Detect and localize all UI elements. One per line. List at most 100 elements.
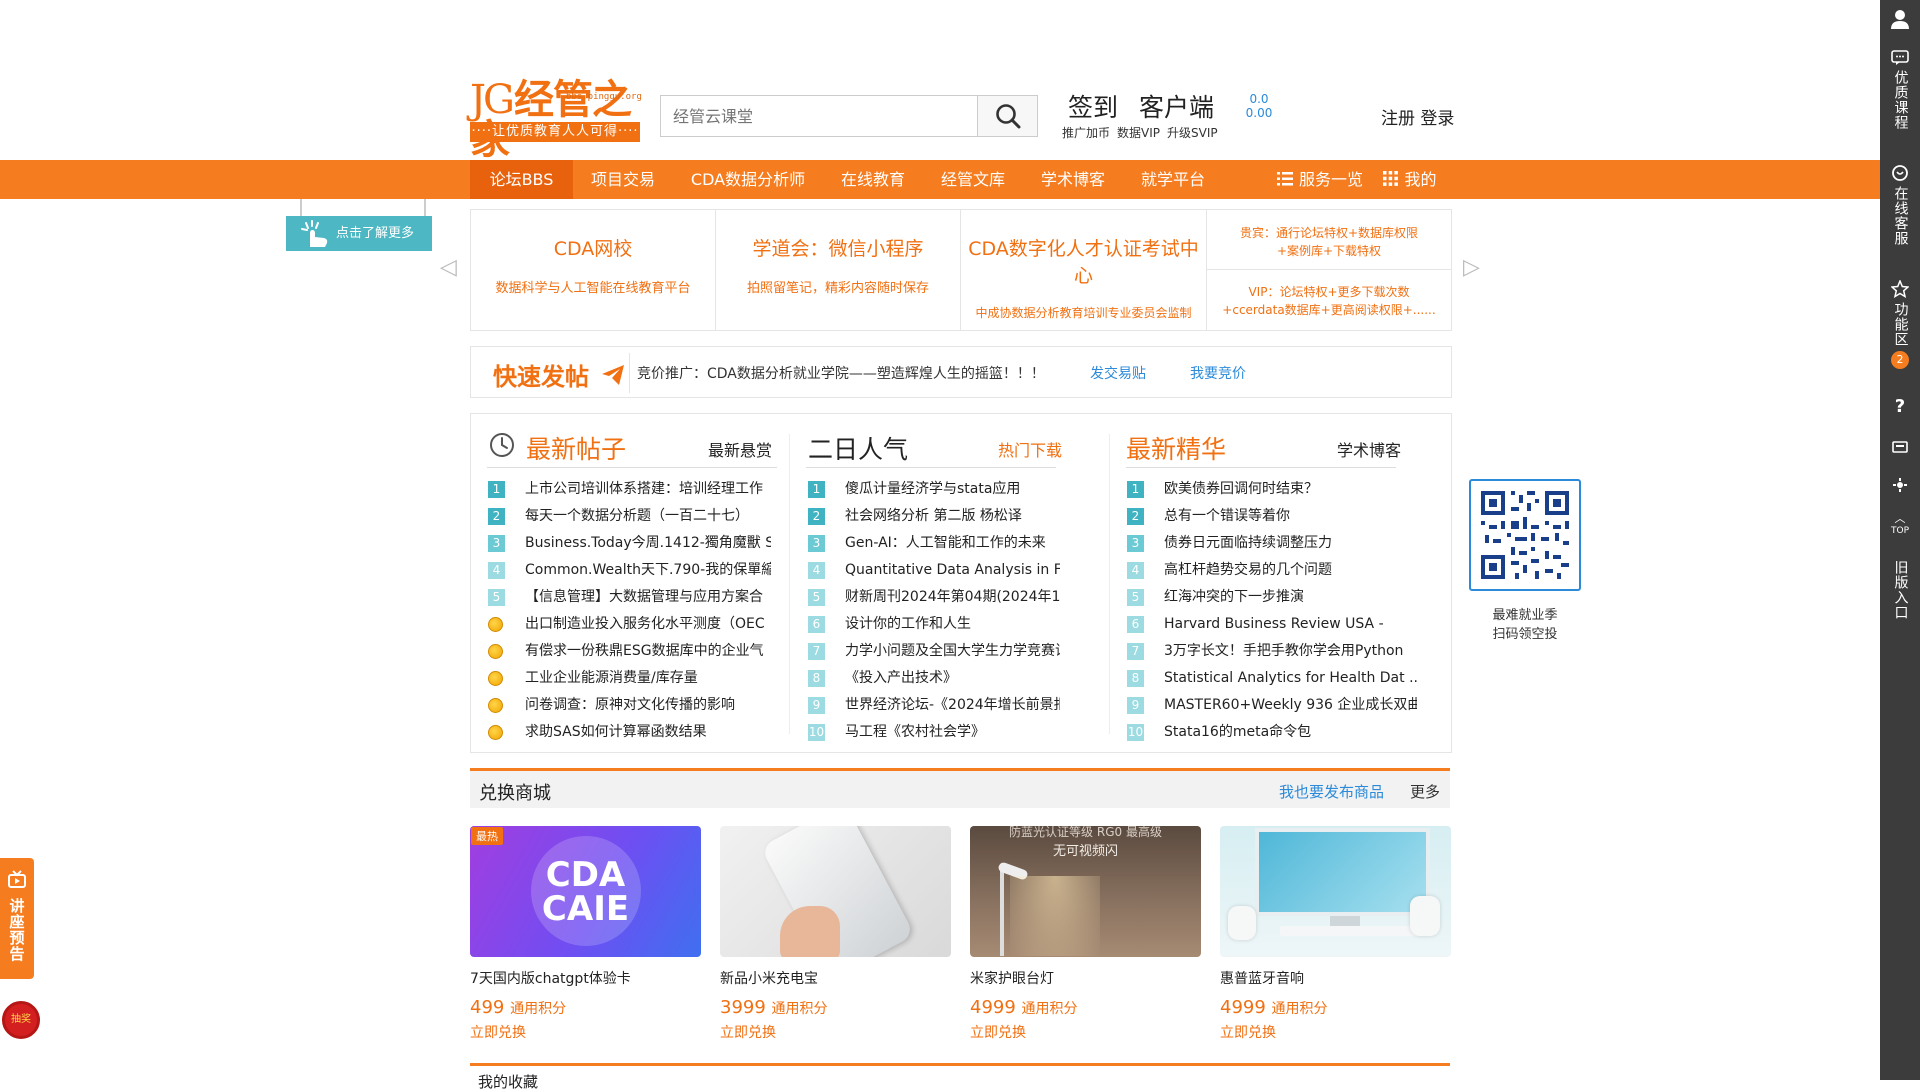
- rank-badge: 10: [808, 724, 825, 741]
- list-item[interactable]: 3 债券日元面临持续调整压力: [1127, 530, 1417, 557]
- courses-button[interactable]: 优质课程: [1880, 50, 1920, 130]
- rank-badge: 8: [808, 670, 825, 687]
- product-name[interactable]: 7天国内版chatgpt体验卡: [470, 968, 701, 988]
- upgrade-svip-link[interactable]: 升级SVIP: [1167, 124, 1218, 141]
- list-item[interactable]: 7 力学小问题及全国大学生力学竞赛试题: [808, 638, 1060, 665]
- client-link[interactable]: 客户端: [1139, 88, 1214, 124]
- qr-code[interactable]: [1469, 479, 1581, 591]
- back-to-top-button[interactable]: ︿ TOP: [1880, 513, 1920, 539]
- online-service-button[interactable]: 在线客服: [1880, 164, 1920, 246]
- list-item[interactable]: 1 傻瓜计量经济学与stata应用: [808, 476, 1060, 503]
- product-price: 3999 通用积分: [720, 997, 828, 1018]
- list-item[interactable]: 3 Gen-AI：人工智能和工作的未来: [808, 530, 1060, 557]
- redeem-button[interactable]: 立即兑换: [1220, 1022, 1451, 1042]
- vip-benefits[interactable]: 贵宾：通行论坛特权+数据库权限 +案例库+下载特权 VIP：论坛特权+更多下载次…: [1207, 210, 1451, 330]
- list-item[interactable]: 问卷调查：原神对文化传播的影响: [488, 692, 771, 719]
- product-image[interactable]: 最热 CDA CAIE: [470, 826, 701, 957]
- bid-link[interactable]: 我要竞价: [1190, 363, 1246, 383]
- list-item[interactable]: 2 社会网络分析 第二版 杨松译: [808, 503, 1060, 530]
- site-logo[interactable]: JG经管之家 bbs.pinggu.org ····让优质教育人人可得····: [470, 80, 642, 160]
- lottery-button[interactable]: 抽奖: [2, 1001, 40, 1039]
- redeem-button[interactable]: 立即兑换: [970, 1022, 1201, 1042]
- nav-mine[interactable]: 我的: [1375, 160, 1445, 199]
- register-login-link[interactable]: 注册 登录: [1381, 104, 1454, 129]
- nav-item-trade[interactable]: 项目交易: [573, 160, 673, 199]
- product-image[interactable]: [1220, 826, 1451, 957]
- list-item[interactable]: 5 【信息管理】大数据管理与应用方案合: [488, 584, 771, 611]
- list-item[interactable]: 有偿求一份秩鼎ESG数据库中的企业气: [488, 638, 771, 665]
- list-item[interactable]: 7 3万字长文！手把手教你学会用Python: [1127, 638, 1417, 665]
- user-icon[interactable]: [1880, 8, 1920, 34]
- old-version-button[interactable]: 旧版入口: [1880, 560, 1920, 620]
- list-item[interactable]: 出口制造业投入服务化水平测度（OEC: [488, 611, 771, 638]
- nav-services[interactable]: 服务一览: [1265, 160, 1375, 199]
- list-item[interactable]: 求助SAS如何计算幂函数结果: [488, 719, 771, 746]
- sponsored-link[interactable]: 竞价推广：CDA数据分析就业学院——塑造辉煌人生的摇篮！！！: [637, 363, 1045, 383]
- list-item[interactable]: 工业企业能源消费量/库存量: [488, 665, 771, 692]
- more-link[interactable]: 更多: [1410, 781, 1440, 802]
- promote-link[interactable]: 推广加币: [1062, 124, 1110, 141]
- redeem-button[interactable]: 立即兑换: [470, 1022, 701, 1042]
- nav-item-study[interactable]: 就学平台: [1123, 160, 1223, 199]
- quick-post-button[interactable]: 快速发帖: [493, 357, 625, 392]
- search-input[interactable]: [661, 96, 977, 136]
- nav-item-blog[interactable]: 学术博客: [1023, 160, 1123, 199]
- list-item[interactable]: 8 《投入产出技术》: [808, 665, 1060, 692]
- product-image[interactable]: 防蓝光认证等级 RG0 最高级 无可视频闪: [970, 826, 1201, 957]
- list-item[interactable]: 3 Business.Today今周.1412-獨角魔獸 S: [488, 530, 771, 557]
- list-item[interactable]: 1 欧美债券回调何时结束？: [1127, 476, 1417, 503]
- list-item[interactable]: 10 Stata16的meta命令包: [1127, 719, 1417, 746]
- settings-icon[interactable]: [1880, 477, 1920, 497]
- product-price: 499 通用积分: [470, 997, 567, 1018]
- help-icon[interactable]: ?: [1880, 398, 1920, 416]
- post-trade-link[interactable]: 发交易贴: [1090, 363, 1146, 383]
- product-name[interactable]: 新品小米充电宝: [720, 968, 951, 988]
- list-item[interactable]: 8 Statistical Analytics for Health Dat ..…: [1127, 665, 1417, 692]
- product-name[interactable]: 米家护眼台灯: [970, 968, 1201, 988]
- product-card[interactable]: 最热 CDA CAIE 7天国内版chatgpt体验卡 499 通用积分 立即兑…: [470, 826, 701, 1042]
- notification-badge: 2: [1891, 351, 1909, 369]
- promo-card[interactable]: CDA数字化人才认证考试中心 中成协数据分析教育培训专业委员会监制: [961, 210, 1207, 330]
- list-item[interactable]: 1 上市公司培训体系搭建：培训经理工作: [488, 476, 771, 503]
- product-name[interactable]: 惠普蓝牙音响: [1220, 968, 1451, 988]
- carousel-prev-icon[interactable]: ◁: [440, 255, 457, 280]
- list-item[interactable]: 9 世界经济论坛-《2024年增长前景报: [808, 692, 1060, 719]
- promo-card[interactable]: 学道会：微信小程序 拍照留笔记，精彩内容随时保存: [716, 210, 961, 330]
- latest-bounty-link[interactable]: 最新悬赏: [708, 437, 772, 461]
- list-item[interactable]: 5 红海冲突的下一步推演: [1127, 584, 1417, 611]
- search-button[interactable]: [977, 96, 1037, 136]
- product-card[interactable]: 新品小米充电宝 3999 通用积分 立即兑换: [720, 826, 951, 1042]
- learn-more-button[interactable]: 点击了解更多: [286, 216, 432, 251]
- list-item[interactable]: 6 设计你的工作和人生: [808, 611, 1060, 638]
- functions-button[interactable]: 功能区 2: [1880, 279, 1920, 369]
- list-item[interactable]: 2 每天一个数据分析题（一百二十七）: [488, 503, 771, 530]
- promo-title: 学道会：微信小程序: [752, 238, 924, 260]
- lecture-preview-button[interactable]: 讲座预告: [0, 858, 34, 979]
- nav-item-education[interactable]: 在线教育: [823, 160, 923, 199]
- product-card[interactable]: 惠普蓝牙音响 4999 通用积分 立即兑换: [1220, 826, 1451, 1042]
- list-item[interactable]: 5 财新周刊2024年第04期(2024年1月22: [808, 584, 1060, 611]
- popular-column: 二日人气 热门下载 1 傻瓜计量经济学与stata应用 2 社会网络分析 第二版 杨…: [790, 414, 1108, 752]
- nav-item-library[interactable]: 经管文库: [923, 160, 1023, 199]
- carousel-next-icon[interactable]: ▷: [1463, 255, 1480, 280]
- nav-item-bbs[interactable]: 论坛BBS: [470, 160, 573, 199]
- list-item[interactable]: 6 Harvard Business Review USA -: [1127, 611, 1417, 638]
- hot-downloads-link[interactable]: 热门下载: [998, 437, 1062, 461]
- product-card[interactable]: 防蓝光认证等级 RG0 最高级 无可视频闪 米家护眼台灯 4999 通用积分 立…: [970, 826, 1201, 1042]
- card-icon[interactable]: [1880, 440, 1920, 458]
- list-item[interactable]: 4 Common.Wealth天下.790-我的保單縮: [488, 557, 771, 584]
- data-vip-link[interactable]: 数据VIP: [1117, 124, 1160, 141]
- list-item[interactable]: 4 Quantitative Data Analysis in Financ: [808, 557, 1060, 584]
- signin-link[interactable]: 签到: [1068, 88, 1118, 124]
- list-item[interactable]: 10 马工程《农村社会学》: [808, 719, 1060, 746]
- nav-item-cda[interactable]: CDA数据分析师: [683, 160, 813, 199]
- post-title: 《投入产出技术》: [845, 670, 957, 686]
- product-image[interactable]: [720, 826, 951, 957]
- redeem-button[interactable]: 立即兑换: [720, 1022, 951, 1042]
- publish-product-link[interactable]: 我也要发布商品: [1279, 781, 1384, 802]
- list-item[interactable]: 2 总有一个错误等着你: [1127, 503, 1417, 530]
- list-item[interactable]: 9 MASTER60+Weekly 936 企业成长双曲: [1127, 692, 1417, 719]
- list-item[interactable]: 4 高杠杆趋势交易的几个问题: [1127, 557, 1417, 584]
- academic-blog-link[interactable]: 学术博客: [1337, 437, 1401, 461]
- promo-card[interactable]: CDA网校 数据科学与人工智能在线教育平台: [471, 210, 716, 330]
